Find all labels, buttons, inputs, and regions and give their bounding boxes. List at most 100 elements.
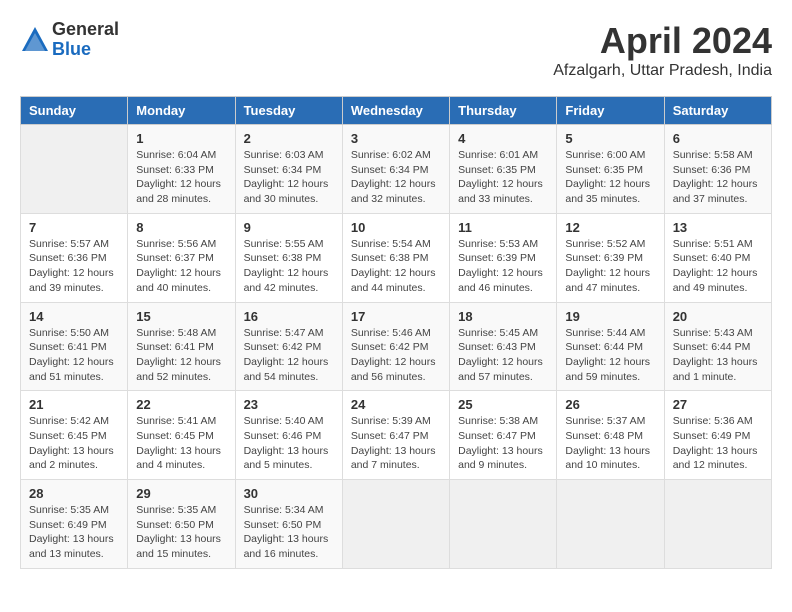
- day-cell: 10 Sunrise: 5:54 AM Sunset: 6:38 PM Dayli…: [342, 213, 449, 302]
- header-cell-friday: Friday: [557, 97, 664, 125]
- day-cell: 27 Sunrise: 5:36 AM Sunset: 6:49 PM Dayli…: [664, 391, 771, 480]
- day-number: 19: [565, 309, 655, 324]
- day-info: Sunrise: 5:48 AM Sunset: 6:41 PM Dayligh…: [136, 326, 226, 385]
- day-number: 28: [29, 486, 119, 501]
- day-cell: [21, 125, 128, 214]
- day-number: 21: [29, 397, 119, 412]
- day-number: 23: [244, 397, 334, 412]
- day-number: 8: [136, 220, 226, 235]
- day-cell: 6 Sunrise: 5:58 AM Sunset: 6:36 PM Daylig…: [664, 125, 771, 214]
- day-number: 14: [29, 309, 119, 324]
- day-cell: 12 Sunrise: 5:52 AM Sunset: 6:39 PM Dayli…: [557, 213, 664, 302]
- day-cell: 29 Sunrise: 5:35 AM Sunset: 6:50 PM Dayli…: [128, 480, 235, 569]
- day-number: 5: [565, 131, 655, 146]
- title-block: April 2024 Afzalgarh, Uttar Pradesh, Ind…: [553, 20, 772, 80]
- day-cell: 30 Sunrise: 5:34 AM Sunset: 6:50 PM Dayli…: [235, 480, 342, 569]
- day-info: Sunrise: 5:51 AM Sunset: 6:40 PM Dayligh…: [673, 237, 763, 296]
- day-number: 15: [136, 309, 226, 324]
- day-info: Sunrise: 5:35 AM Sunset: 6:49 PM Dayligh…: [29, 503, 119, 562]
- day-cell: 14 Sunrise: 5:50 AM Sunset: 6:41 PM Dayli…: [21, 302, 128, 391]
- day-cell: 7 Sunrise: 5:57 AM Sunset: 6:36 PM Daylig…: [21, 213, 128, 302]
- day-info: Sunrise: 5:44 AM Sunset: 6:44 PM Dayligh…: [565, 326, 655, 385]
- header-cell-saturday: Saturday: [664, 97, 771, 125]
- day-number: 30: [244, 486, 334, 501]
- day-info: Sunrise: 5:53 AM Sunset: 6:39 PM Dayligh…: [458, 237, 548, 296]
- week-row-1: 1Sunrise: 6:04 AM Sunset: 6:33 PM Daylig…: [21, 125, 772, 214]
- logo-text: General Blue: [52, 20, 119, 60]
- day-number: 13: [673, 220, 763, 235]
- day-number: 17: [351, 309, 441, 324]
- logo: General Blue: [20, 20, 119, 60]
- day-number: 20: [673, 309, 763, 324]
- page-header: General Blue April 2024 Afzalgarh, Uttar…: [20, 20, 772, 80]
- logo-icon: [20, 25, 50, 55]
- day-cell: [342, 480, 449, 569]
- day-info: Sunrise: 6:03 AM Sunset: 6:34 PM Dayligh…: [244, 148, 334, 207]
- day-cell: [450, 480, 557, 569]
- day-cell: 19 Sunrise: 5:44 AM Sunset: 6:44 PM Dayli…: [557, 302, 664, 391]
- week-row-5: 28 Sunrise: 5:35 AM Sunset: 6:49 PM Dayli…: [21, 480, 772, 569]
- day-cell: 16 Sunrise: 5:47 AM Sunset: 6:42 PM Dayli…: [235, 302, 342, 391]
- day-info: Sunrise: 5:47 AM Sunset: 6:42 PM Dayligh…: [244, 326, 334, 385]
- day-info: Sunrise: 5:46 AM Sunset: 6:42 PM Dayligh…: [351, 326, 441, 385]
- day-info: Sunrise: 5:34 AM Sunset: 6:50 PM Dayligh…: [244, 503, 334, 562]
- day-number: 27: [673, 397, 763, 412]
- day-cell: 18Sunrise: 5:45 AM Sunset: 6:43 PM Dayli…: [450, 302, 557, 391]
- day-number: 25: [458, 397, 548, 412]
- header-cell-sunday: Sunday: [21, 97, 128, 125]
- month-title: April 2024: [553, 20, 772, 62]
- day-info: Sunrise: 5:35 AM Sunset: 6:50 PM Dayligh…: [136, 503, 226, 562]
- day-number: 7: [29, 220, 119, 235]
- day-info: Sunrise: 5:42 AM Sunset: 6:45 PM Dayligh…: [29, 414, 119, 473]
- day-info: Sunrise: 5:38 AM Sunset: 6:47 PM Dayligh…: [458, 414, 548, 473]
- day-number: 16: [244, 309, 334, 324]
- day-number: 29: [136, 486, 226, 501]
- day-cell: 28 Sunrise: 5:35 AM Sunset: 6:49 PM Dayli…: [21, 480, 128, 569]
- day-cell: 8 Sunrise: 5:56 AM Sunset: 6:37 PM Daylig…: [128, 213, 235, 302]
- day-cell: 3 Sunrise: 6:02 AM Sunset: 6:34 PM Daylig…: [342, 125, 449, 214]
- day-cell: 11Sunrise: 5:53 AM Sunset: 6:39 PM Dayli…: [450, 213, 557, 302]
- day-info: Sunrise: 6:02 AM Sunset: 6:34 PM Dayligh…: [351, 148, 441, 207]
- day-number: 4: [458, 131, 548, 146]
- day-info: Sunrise: 5:56 AM Sunset: 6:37 PM Dayligh…: [136, 237, 226, 296]
- day-cell: 23Sunrise: 5:40 AM Sunset: 6:46 PM Dayli…: [235, 391, 342, 480]
- day-number: 12: [565, 220, 655, 235]
- day-cell: 2Sunrise: 6:03 AM Sunset: 6:34 PM Daylig…: [235, 125, 342, 214]
- day-info: Sunrise: 5:57 AM Sunset: 6:36 PM Dayligh…: [29, 237, 119, 296]
- header-cell-wednesday: Wednesday: [342, 97, 449, 125]
- day-info: Sunrise: 5:39 AM Sunset: 6:47 PM Dayligh…: [351, 414, 441, 473]
- header-cell-monday: Monday: [128, 97, 235, 125]
- week-row-3: 14 Sunrise: 5:50 AM Sunset: 6:41 PM Dayli…: [21, 302, 772, 391]
- week-row-2: 7 Sunrise: 5:57 AM Sunset: 6:36 PM Daylig…: [21, 213, 772, 302]
- day-number: 6: [673, 131, 763, 146]
- day-cell: 26Sunrise: 5:37 AM Sunset: 6:48 PM Dayli…: [557, 391, 664, 480]
- day-number: 10: [351, 220, 441, 235]
- day-cell: 25 Sunrise: 5:38 AM Sunset: 6:47 PM Dayli…: [450, 391, 557, 480]
- day-info: Sunrise: 5:36 AM Sunset: 6:49 PM Dayligh…: [673, 414, 763, 473]
- day-info: Sunrise: 5:50 AM Sunset: 6:41 PM Dayligh…: [29, 326, 119, 385]
- day-cell: 17 Sunrise: 5:46 AM Sunset: 6:42 PM Dayli…: [342, 302, 449, 391]
- week-row-4: 21 Sunrise: 5:42 AM Sunset: 6:45 PM Dayli…: [21, 391, 772, 480]
- day-info: Sunrise: 5:58 AM Sunset: 6:36 PM Dayligh…: [673, 148, 763, 207]
- day-cell: 20 Sunrise: 5:43 AM Sunset: 6:44 PM Dayli…: [664, 302, 771, 391]
- day-number: 26: [565, 397, 655, 412]
- day-cell: 4Sunrise: 6:01 AM Sunset: 6:35 PM Daylig…: [450, 125, 557, 214]
- day-number: 24: [351, 397, 441, 412]
- day-cell: 22 Sunrise: 5:41 AM Sunset: 6:45 PM Dayli…: [128, 391, 235, 480]
- header-cell-thursday: Thursday: [450, 97, 557, 125]
- day-info: Sunrise: 5:45 AM Sunset: 6:43 PM Dayligh…: [458, 326, 548, 385]
- day-info: Sunrise: 5:41 AM Sunset: 6:45 PM Dayligh…: [136, 414, 226, 473]
- day-number: 3: [351, 131, 441, 146]
- day-number: 22: [136, 397, 226, 412]
- day-cell: [664, 480, 771, 569]
- calendar-table: SundayMondayTuesdayWednesdayThursdayFrid…: [20, 96, 772, 569]
- day-cell: 9Sunrise: 5:55 AM Sunset: 6:38 PM Daylig…: [235, 213, 342, 302]
- day-info: Sunrise: 5:43 AM Sunset: 6:44 PM Dayligh…: [673, 326, 763, 385]
- day-number: 9: [244, 220, 334, 235]
- logo-blue: Blue: [52, 40, 119, 60]
- header-row: SundayMondayTuesdayWednesdayThursdayFrid…: [21, 97, 772, 125]
- location-title: Afzalgarh, Uttar Pradesh, India: [553, 62, 772, 80]
- day-info: Sunrise: 5:52 AM Sunset: 6:39 PM Dayligh…: [565, 237, 655, 296]
- day-info: Sunrise: 5:54 AM Sunset: 6:38 PM Dayligh…: [351, 237, 441, 296]
- day-cell: [557, 480, 664, 569]
